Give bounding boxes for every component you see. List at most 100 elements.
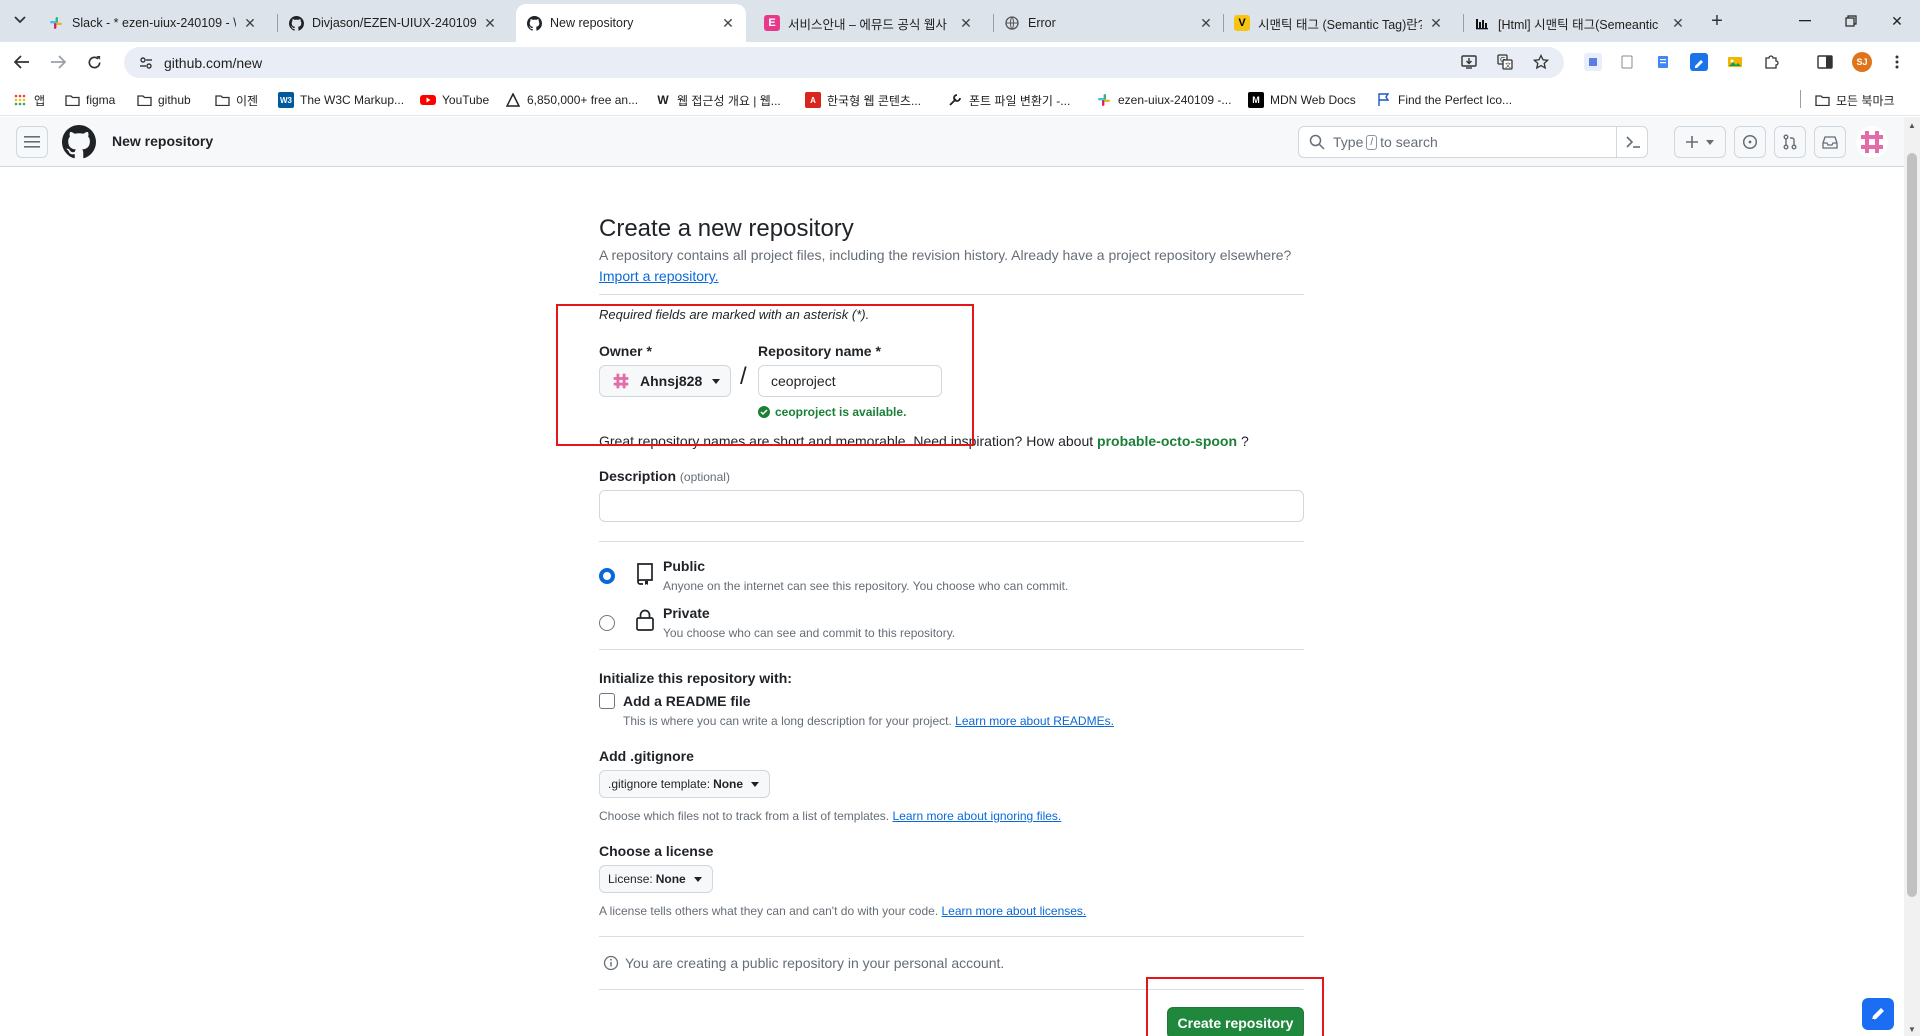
search-input[interactable]: Type / to search — [1298, 126, 1648, 158]
more-vertical-icon[interactable] — [1888, 53, 1906, 71]
plus-icon — [1686, 136, 1698, 148]
site-info-tune-icon[interactable] — [136, 53, 156, 73]
browser-tab-new-repository[interactable]: New repository ✕ — [516, 4, 746, 42]
learn-more-licenses-link[interactable]: Learn more about licenses. — [942, 904, 1087, 918]
bookmark-all-bookmarks[interactable]: 모든 북마크 — [1814, 91, 1895, 109]
public-radio[interactable] — [599, 568, 615, 584]
suggested-name-link[interactable]: probable-octo-spoon — [1097, 433, 1237, 449]
translate-icon[interactable]: G文 — [1496, 53, 1514, 71]
tab-search-chevron-icon[interactable] — [8, 8, 32, 32]
bookmark-find-icon[interactable]: Find the Perfect Ico... — [1376, 91, 1512, 109]
bookmark-flaticon[interactable]: 6,850,000+ free an... — [505, 91, 638, 109]
gitignore-note-text: Choose which files not to track from a l… — [599, 809, 890, 823]
caret-down-icon — [693, 876, 702, 882]
bookmark-ezen[interactable]: 이젠 — [214, 91, 258, 109]
learn-more-readmes-link[interactable]: Learn more about READMEs. — [955, 714, 1114, 728]
tab-title: 서비스안내 – 에뮤드 공식 웹사 — [788, 17, 947, 32]
license-note-text: A license tells others what they can and… — [599, 904, 939, 918]
browser-tab-divjason[interactable]: Divjason/EZEN-UIUX-240109 ✕ — [278, 6, 508, 40]
readme-label[interactable]: Add a README file — [623, 693, 751, 709]
issues-icon[interactable] — [1734, 126, 1766, 158]
bookmark-figma[interactable]: figma — [64, 91, 115, 109]
scroll-up-arrow-icon[interactable]: ▲ — [1908, 121, 1916, 130]
import-repository-link[interactable]: Import a repository. — [599, 268, 719, 284]
readme-checkbox[interactable] — [599, 693, 615, 709]
github-logo-icon[interactable] — [62, 125, 96, 159]
address-bar[interactable]: github.com/new G文 — [124, 47, 1564, 78]
profile-avatar[interactable]: SJ — [1852, 52, 1872, 72]
public-label[interactable]: Public — [663, 558, 705, 574]
bookmark-apps[interactable]: 앱 — [12, 91, 45, 109]
private-radio[interactable] — [599, 615, 615, 631]
close-icon[interactable]: ✕ — [1428, 15, 1444, 31]
extension-blue-square-icon[interactable] — [1584, 53, 1602, 71]
inbox-icon[interactable] — [1814, 126, 1846, 158]
bookmark-korean-web-content[interactable]: A 한국형 웹 콘텐츠... — [805, 91, 921, 109]
side-panel-icon[interactable] — [1816, 53, 1834, 71]
public-repo-info: You are creating a public repository in … — [603, 955, 1004, 971]
description-input[interactable] — [599, 490, 1304, 522]
bookmark-slack[interactable]: ezen-uiux-240109 -... — [1096, 91, 1231, 109]
divider — [599, 294, 1304, 295]
scrollbar-thumb[interactable] — [1907, 153, 1917, 897]
close-icon[interactable]: ✕ — [1198, 15, 1214, 31]
close-window-icon[interactable]: ✕ — [1882, 8, 1912, 34]
page-scrollbar[interactable]: ▲ ▼ — [1904, 117, 1920, 1036]
bookmark-font-converter[interactable]: 폰트 파일 변환기 -... — [947, 91, 1070, 109]
extension-color-picker-icon[interactable] — [1690, 53, 1708, 71]
extension-gallery-icon[interactable] — [1726, 53, 1744, 71]
user-avatar[interactable] — [1856, 126, 1888, 158]
forward-arrow-icon[interactable] — [44, 50, 72, 74]
slack-icon — [1096, 92, 1112, 108]
flag-icon — [1376, 92, 1392, 108]
e-favicon-icon: E — [764, 15, 780, 31]
close-icon[interactable]: ✕ — [242, 15, 258, 31]
close-icon[interactable]: ✕ — [720, 15, 736, 31]
extension-page-icon[interactable] — [1618, 53, 1636, 71]
gitignore-template-dropdown[interactable]: .gitignore template: None — [599, 770, 771, 798]
create-new-dropdown[interactable] — [1674, 126, 1726, 158]
close-icon[interactable]: ✕ — [1670, 15, 1686, 31]
scroll-down-arrow-icon[interactable]: ▼ — [1908, 1025, 1916, 1034]
extension-document-icon[interactable] — [1654, 53, 1672, 71]
readme-note: This is where you can write a long descr… — [623, 714, 1114, 728]
bookmark-label: ezen-uiux-240109 -... — [1118, 93, 1232, 107]
browser-tab-semantic-velog[interactable]: V 시맨틱 태그 (Semantic Tag)란? ✕ — [1224, 6, 1454, 40]
pull-requests-icon[interactable] — [1774, 126, 1806, 158]
install-app-icon[interactable] — [1460, 53, 1478, 71]
floating-edit-pen-icon[interactable] — [1862, 998, 1894, 1030]
flaticon-icon — [505, 92, 521, 108]
new-tab-plus-icon[interactable]: + — [1704, 8, 1730, 34]
browser-tab-bar: Slack - * ezen-uiux-240109 - \ ✕ Divjaso… — [0, 0, 1920, 42]
bookmark-star-icon[interactable] — [1532, 53, 1550, 71]
browser-tab-semantic-tistory[interactable]: [Html] 시맨틱 태그(Semeantic ✕ — [1464, 6, 1696, 40]
license-dropdown[interactable]: License: None — [599, 865, 713, 893]
minimize-icon[interactable] — [1790, 8, 1820, 34]
gitignore-select-value: None — [713, 777, 744, 791]
browser-tab-service[interactable]: E 서비스안내 – 에뮤드 공식 웹사 ✕ — [754, 6, 984, 40]
svg-text:文: 文 — [1505, 62, 1511, 70]
hamburger-menu-icon[interactable] — [16, 126, 48, 158]
private-label[interactable]: Private — [663, 605, 710, 621]
tab-title: Slack - * ezen-uiux-240109 - \ — [72, 16, 236, 30]
reload-icon[interactable] — [80, 50, 108, 74]
bookmark-w3c[interactable]: W3 The W3C Markup... — [278, 91, 404, 109]
back-arrow-icon[interactable] — [8, 50, 36, 74]
extensions-puzzle-icon[interactable] — [1762, 53, 1780, 71]
close-icon[interactable]: ✕ — [958, 15, 974, 31]
folder-icon — [136, 92, 152, 108]
search-shortcut-key: / — [1366, 134, 1378, 150]
readme-note-text: This is where you can write a long descr… — [623, 714, 952, 728]
bookmark-label: 폰트 파일 변환기 -... — [969, 93, 1071, 108]
close-icon[interactable]: ✕ — [482, 15, 498, 31]
bookmark-github[interactable]: github — [136, 91, 191, 109]
browser-tab-error[interactable]: Error ✕ — [994, 6, 1224, 40]
command-palette-icon[interactable] — [1616, 126, 1648, 158]
bookmark-youtube[interactable]: YouTube — [420, 91, 489, 109]
browser-tab-slack[interactable]: Slack - * ezen-uiux-240109 - \ ✕ — [38, 6, 268, 40]
bookmark-mdn[interactable]: M MDN Web Docs — [1248, 91, 1356, 109]
learn-more-ignoring-files-link[interactable]: Learn more about ignoring files. — [892, 809, 1061, 823]
page-context-title: New repository — [112, 133, 214, 149]
restore-icon[interactable] — [1836, 8, 1866, 34]
bookmark-web-accessibility[interactable]: W 웹 접근성 개요 | 웹... — [655, 91, 780, 109]
